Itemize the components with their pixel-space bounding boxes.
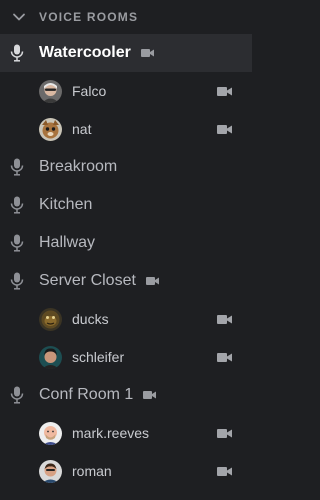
user-avatar (39, 421, 62, 445)
channel-breakroom[interactable]: Breakroom (0, 148, 252, 186)
video-camera-icon (217, 352, 232, 362)
video-camera-icon (140, 49, 154, 57)
user-name: nat (72, 121, 92, 137)
channel-conf-room-1[interactable]: Conf Room 1 (0, 376, 252, 414)
chevron-down-icon[interactable] (12, 10, 26, 24)
voice-user-row[interactable]: ducks (0, 300, 252, 338)
channel-name: Server Closet (39, 272, 136, 289)
voice-user-row[interactable]: Falco (0, 72, 252, 110)
microphone-icon (10, 196, 24, 214)
microphone-icon (10, 158, 24, 176)
section-title: VOICE ROOMS (39, 10, 139, 24)
video-camera-icon (217, 466, 232, 476)
user-name: Falco (72, 83, 107, 99)
video-camera-icon (145, 277, 159, 285)
channel-watercooler[interactable]: Watercooler (0, 34, 252, 72)
microphone-icon (10, 386, 24, 404)
microphone-icon (10, 44, 24, 62)
video-camera-icon (143, 391, 157, 399)
channel-name: Conf Room 1 (39, 386, 134, 403)
user-avatar (39, 345, 62, 369)
voice-rooms-panel: VOICE ROOMS Watercooler Falco nat Breakr… (0, 0, 252, 500)
user-avatar (39, 79, 62, 103)
voice-user-row[interactable]: roman (0, 452, 252, 490)
channel-hallway[interactable]: Hallway (0, 224, 252, 262)
user-name: ducks (72, 311, 109, 327)
video-camera-icon (217, 124, 232, 134)
channel-name: Breakroom (39, 158, 118, 175)
user-name: roman (72, 463, 112, 479)
microphone-icon (10, 272, 24, 290)
video-camera-icon (217, 314, 232, 324)
channel-name: Watercooler (39, 44, 131, 61)
user-name: schleifer (72, 349, 125, 365)
video-camera-icon (217, 428, 232, 438)
user-name: mark.reeves (72, 425, 150, 441)
user-avatar (39, 459, 62, 483)
channel-kitchen[interactable]: Kitchen (0, 186, 252, 224)
video-camera-icon (217, 86, 232, 96)
microphone-icon (10, 234, 24, 252)
voice-user-row[interactable]: schleifer (0, 338, 252, 376)
user-avatar (39, 307, 62, 331)
voice-rooms-header[interactable]: VOICE ROOMS (0, 0, 252, 34)
voice-user-row[interactable]: nat (0, 110, 252, 148)
user-avatar (39, 117, 62, 141)
voice-user-row[interactable]: mark.reeves (0, 414, 252, 452)
channel-name: Kitchen (39, 196, 93, 213)
channel-server-closet[interactable]: Server Closet (0, 262, 252, 300)
channel-name: Hallway (39, 234, 96, 251)
